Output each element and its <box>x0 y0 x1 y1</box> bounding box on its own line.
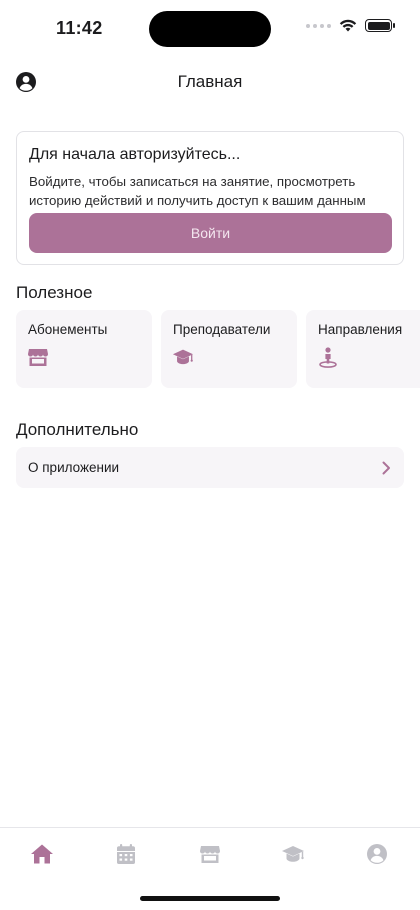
tab-profile[interactable] <box>364 842 390 866</box>
useful-section-heading: Полезное <box>16 283 93 302</box>
dynamic-island <box>149 11 271 47</box>
tab-home[interactable] <box>29 842 55 866</box>
tab-subscriptions[interactable] <box>197 842 223 866</box>
cellular-signal-icon <box>306 23 331 28</box>
useful-card-directions[interactable]: Направления <box>306 310 420 388</box>
wifi-icon <box>339 19 357 32</box>
useful-card-label: Направления <box>318 322 403 337</box>
useful-card-subscriptions[interactable]: Абонементы <box>16 310 152 388</box>
graduation-cap-icon <box>172 349 194 365</box>
tab-schedule[interactable] <box>113 842 139 866</box>
store-icon <box>28 349 48 366</box>
status-icons <box>306 19 395 32</box>
graduation-cap-icon <box>282 846 304 862</box>
useful-card-label: Преподаватели <box>173 322 271 337</box>
home-icon <box>31 844 53 864</box>
calendar-icon <box>117 844 135 864</box>
chevron-right-icon <box>382 461 390 474</box>
tab-teachers[interactable] <box>280 842 306 866</box>
auth-card-title: Для начала авторизуйтесь... <box>29 146 241 163</box>
status-bar: 11:42 <box>0 0 420 56</box>
location-person-icon <box>319 347 337 368</box>
useful-card-label: Абонементы <box>28 322 108 337</box>
useful-card-teachers[interactable]: Преподаватели <box>161 310 297 388</box>
about-app-row[interactable]: О приложении <box>16 447 404 488</box>
person-circle-icon <box>367 844 387 864</box>
home-indicator[interactable] <box>140 896 280 901</box>
auth-card-description: Войдите, чтобы записаться на занятие, пр… <box>29 174 366 208</box>
login-button[interactable]: Войти <box>29 213 392 253</box>
additional-section-heading: Дополнительно <box>16 420 139 439</box>
status-time: 11:42 <box>56 18 103 38</box>
store-icon <box>200 846 220 863</box>
page-title: Главная <box>177 72 243 91</box>
about-app-label: О приложении <box>28 460 120 475</box>
battery-icon <box>365 19 395 32</box>
navigation-bar: Главная <box>0 62 420 102</box>
useful-cards-row[interactable]: Абонементы Преподаватели Направления <box>16 310 420 388</box>
auth-card: Для начала авторизуйтесь... Войдите, что… <box>16 131 404 265</box>
